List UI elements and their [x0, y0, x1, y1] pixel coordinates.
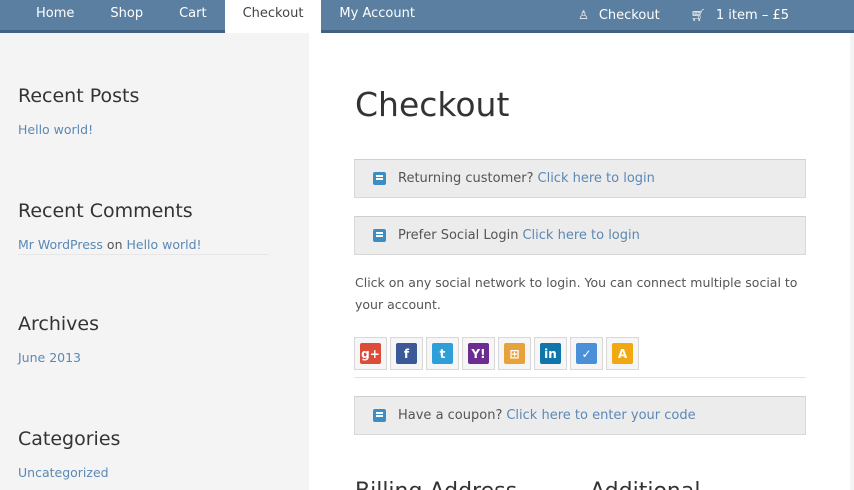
social-login-buttons: g+ f t Y! ⊞ in ✓ A	[354, 337, 806, 378]
enter-coupon-link[interactable]: Click here to enter your code	[506, 408, 695, 423]
social-login-notice: Prefer Social Login Click here to login	[354, 216, 806, 255]
yahoo-icon: Y!	[468, 343, 489, 364]
nav-home[interactable]: Home	[0, 0, 92, 30]
yahoo-login-button[interactable]: Y!	[462, 337, 495, 370]
widget-categories: Categories Uncategorized	[18, 428, 269, 480]
nav-my-account[interactable]: My Account	[321, 0, 433, 30]
returning-customer-notice: Returning customer? Click here to login	[354, 159, 806, 198]
notice-text: Returning customer?	[398, 171, 534, 186]
page-edge	[850, 33, 854, 490]
flask-icon: ♙	[578, 8, 589, 22]
nav-cart[interactable]: Cart	[161, 0, 225, 30]
facebook-icon: f	[396, 343, 417, 364]
info-icon	[373, 409, 386, 422]
notice-text: Prefer Social Login	[398, 228, 519, 243]
foursquare-login-button[interactable]: ✓	[570, 337, 603, 370]
billing-address-heading: Billing Address	[355, 479, 517, 490]
nav-checkout[interactable]: Checkout	[224, 0, 322, 33]
social-login-link[interactable]: Click here to login	[522, 228, 639, 243]
widget-title: Categories	[18, 428, 121, 450]
widget-title: Recent Comments	[18, 200, 193, 222]
widget-recent-comments: Recent Comments Mr WordPress on Hello wo…	[18, 200, 269, 255]
nav-shop[interactable]: Shop	[92, 0, 161, 30]
main-content: Checkout Returning customer? Click here …	[309, 33, 850, 490]
widget-title: Archives	[18, 313, 99, 335]
linkedin-icon: in	[540, 343, 561, 364]
foursquare-icon: ✓	[576, 343, 597, 364]
coupon-notice: Have a coupon? Click here to enter your …	[354, 396, 806, 435]
facebook-login-button[interactable]: f	[390, 337, 423, 370]
comment-author-link[interactable]: Mr WordPress	[18, 237, 103, 252]
twitter-icon: t	[432, 343, 453, 364]
aim-icon: A	[612, 343, 633, 364]
header-checkout-link[interactable]: ♙ Checkout	[578, 8, 660, 23]
comment-post-link[interactable]: Hello world!	[126, 237, 201, 252]
login-link[interactable]: Click here to login	[538, 171, 655, 186]
comment-row: Mr WordPress on Hello world!	[18, 237, 269, 255]
notice-text: Have a coupon?	[398, 408, 503, 423]
windows-live-login-button[interactable]: ⊞	[498, 337, 531, 370]
info-icon	[373, 229, 386, 242]
windows-icon: ⊞	[504, 343, 525, 364]
nav-right-links: ♙ Checkout 🛒︎ 1 item – £5	[578, 0, 854, 30]
additional-heading: Additional	[590, 479, 700, 490]
twitter-login-button[interactable]: t	[426, 337, 459, 370]
archive-link[interactable]: June 2013	[18, 350, 81, 365]
sidebar: Recent Posts Hello world! Recent Comment…	[0, 33, 309, 490]
category-link[interactable]: Uncategorized	[18, 465, 109, 480]
aim-login-button[interactable]: A	[606, 337, 639, 370]
social-login-description: Click on any social network to login. Yo…	[355, 275, 798, 312]
top-navigation-bar: Home Shop Cart Checkout My Account ♙ Che…	[0, 0, 854, 33]
recent-post-link[interactable]: Hello world!	[18, 122, 93, 137]
widget-archives: Archives June 2013	[18, 313, 269, 365]
info-icon	[373, 172, 386, 185]
cart-icon: 🛒︎	[690, 8, 706, 22]
linkedin-login-button[interactable]: in	[534, 337, 567, 370]
widget-recent-posts: Recent Posts Hello world!	[18, 85, 269, 137]
section-headings: Billing Address Additional	[355, 479, 700, 490]
google-login-button[interactable]: g+	[354, 337, 387, 370]
google-icon: g+	[360, 343, 381, 364]
page-title: Checkout	[355, 85, 510, 124]
header-cart-label: 1 item – £5	[715, 7, 789, 23]
comment-on-text: on	[106, 237, 123, 252]
widget-title: Recent Posts	[18, 85, 140, 107]
main-nav: Home Shop Cart Checkout My Account	[0, 0, 433, 33]
header-cart-link[interactable]: 🛒︎ 1 item – £5	[691, 8, 789, 23]
header-checkout-label: Checkout	[598, 7, 660, 23]
